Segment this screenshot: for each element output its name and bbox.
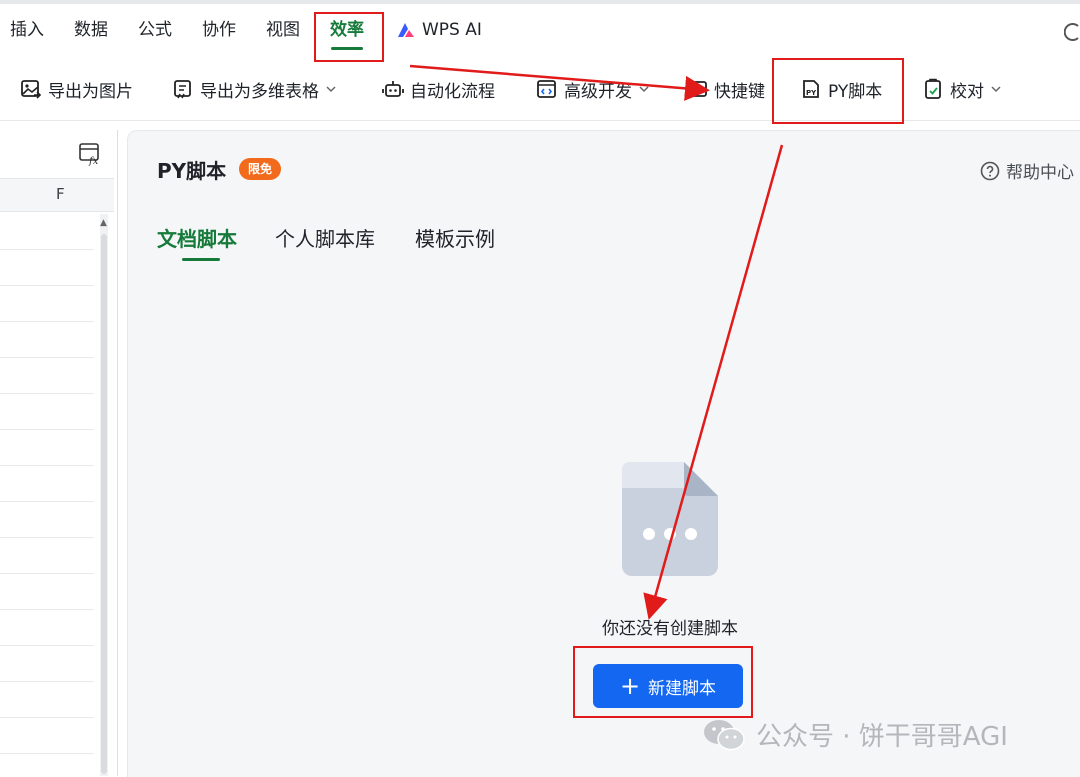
- menu-tab-formula[interactable]: 公式: [138, 18, 172, 42]
- grid-row-line: [0, 645, 94, 646]
- tab-document-scripts[interactable]: 文档脚本: [157, 223, 237, 252]
- export-image-button[interactable]: 导出为图片: [20, 76, 133, 102]
- watermark-text: 公众号 · 饼干哥哥AGI: [756, 722, 1008, 752]
- grid-row-line: [0, 609, 94, 610]
- tab-template-examples[interactable]: 模板示例: [415, 223, 495, 252]
- grid-row-line: [0, 501, 94, 502]
- formula-fx-icon[interactable]: fx: [78, 142, 104, 166]
- free-limited-badge: 限免: [239, 158, 281, 180]
- grid-row-line: [0, 321, 94, 322]
- grid-row-line: [0, 681, 94, 682]
- wps-ai-logo-icon: [398, 23, 414, 37]
- menu-tab-wps-ai[interactable]: WPS AI: [396, 18, 482, 42]
- ribbon-toolbar: 导出为图片 导出为多维表格 自动化流程 高级开发 快捷键 PY PY脚本 校对: [0, 58, 1080, 121]
- menu-tab-collaborate[interactable]: 协作: [202, 18, 236, 42]
- shortcut-keys-label: 快捷键: [714, 81, 765, 102]
- grid-row-line: [0, 393, 94, 394]
- grid-row-line: [0, 465, 94, 466]
- grid-row-line: [0, 285, 94, 286]
- proofread-icon: [925, 78, 941, 99]
- export-multidim-table-label: 导出为多维表格: [200, 81, 319, 102]
- menu-tab-data[interactable]: 数据: [74, 18, 108, 42]
- annotation-box-efficiency-tab: [314, 12, 384, 62]
- help-center-link[interactable]: 帮助中心: [980, 158, 1074, 183]
- table-export-icon: [174, 80, 191, 99]
- panel-title: PY脚本: [157, 159, 227, 183]
- help-question-icon: [980, 161, 1000, 180]
- wechat-logo-icon: [704, 719, 745, 750]
- grid-row-line: [0, 357, 94, 358]
- help-center-label: 帮助中心: [1006, 163, 1074, 183]
- empty-state-message: 你还没有创建脚本: [602, 619, 738, 639]
- grid-row-line: [0, 717, 94, 718]
- shortcut-keys-button[interactable]: 快捷键: [686, 76, 765, 102]
- sync-icon[interactable]: [1064, 22, 1080, 42]
- proofread-button[interactable]: 校对: [922, 76, 1002, 102]
- automation-flow-button[interactable]: 自动化流程: [382, 76, 495, 102]
- automation-flow-label: 自动化流程: [410, 81, 495, 102]
- robot-icon: [382, 81, 404, 97]
- grid-row-line: [0, 753, 94, 754]
- tab-personal-script-library[interactable]: 个人脚本库: [275, 223, 375, 252]
- chevron-down-icon: [639, 86, 649, 93]
- grid-row-line: [0, 249, 94, 250]
- chevron-down-icon: [991, 86, 1001, 93]
- menu-tab-insert[interactable]: 插入: [10, 18, 44, 42]
- column-header-f[interactable]: F: [0, 178, 114, 212]
- proofread-label: 校对: [950, 81, 984, 102]
- keyboard-icon: [687, 81, 707, 97]
- column-header-label: F: [56, 185, 65, 203]
- grid-row-line: [0, 573, 94, 574]
- advanced-dev-label: 高级开发: [564, 81, 632, 102]
- svg-text:fx: fx: [88, 156, 99, 166]
- annotation-box-new-script: [573, 646, 753, 718]
- empty-document-icon: [622, 462, 718, 576]
- scroll-up-arrow-icon[interactable]: ▲: [100, 218, 107, 228]
- wps-ai-label: WPS AI: [422, 20, 482, 40]
- annotation-box-py-script: [772, 58, 904, 124]
- menu-bar: 插入 数据 公式 协作 视图 效率 WPS AI: [0, 4, 1080, 58]
- grid-row-line: [0, 429, 94, 430]
- active-panel-tab-underline: [182, 258, 220, 261]
- code-window-icon: [537, 80, 556, 98]
- export-image-label: 导出为图片: [48, 81, 133, 102]
- watermark: 公众号 · 饼干哥哥AGI: [702, 716, 1008, 753]
- menu-tab-view[interactable]: 视图: [266, 18, 300, 42]
- scrollbar-thumb[interactable]: [101, 234, 107, 774]
- chevron-down-icon: [326, 86, 336, 93]
- advanced-dev-button[interactable]: 高级开发: [536, 76, 650, 102]
- image-export-icon: [21, 80, 42, 99]
- grid-row-line: [0, 537, 94, 538]
- export-multidim-table-button[interactable]: 导出为多维表格: [172, 76, 337, 102]
